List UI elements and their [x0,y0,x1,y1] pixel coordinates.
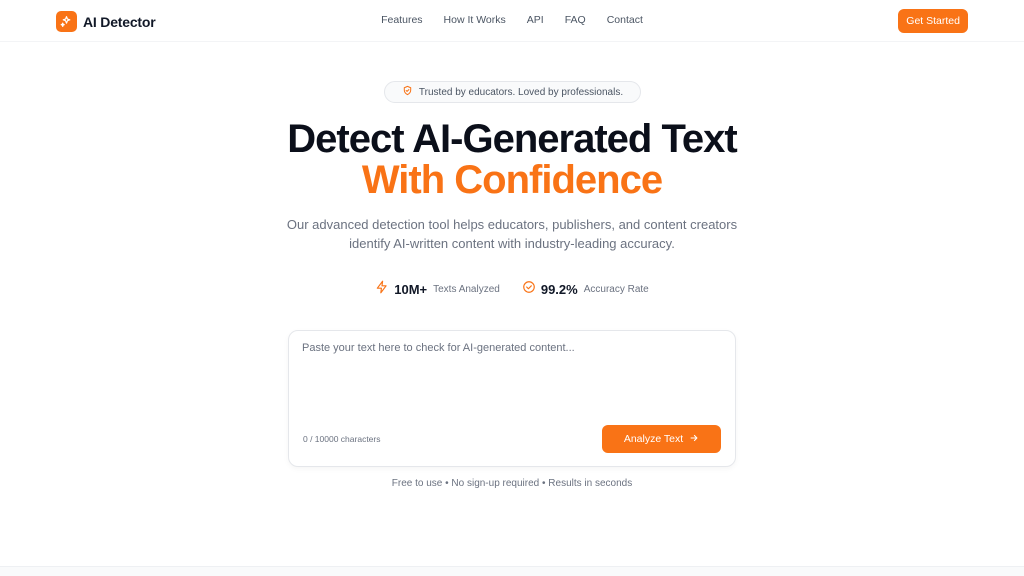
stat-value: 10M+ [394,282,428,297]
nav-link-how-it-works[interactable]: How It Works [444,14,506,26]
shield-check-icon [402,83,413,101]
hero-subtitle: Our advanced detection tool helps educat… [0,215,1024,253]
get-started-button[interactable]: Get Started [898,9,968,33]
nav-link-contact[interactable]: Contact [607,14,643,26]
nav-link-features[interactable]: Features [381,14,422,26]
nav-link-api[interactable]: API [527,14,544,26]
text-input[interactable] [302,342,722,422]
stat-accuracy-rate: 99.2% Accuracy Rate [522,280,649,299]
check-circle-icon [522,280,536,299]
footnote: Free to use • No sign-up required • Resu… [391,478,633,489]
analyze-button-label: Analyze Text [623,433,684,445]
hero-title-accent: With Confidence [361,158,663,202]
nav-links: Features How It Works API FAQ Contact [0,14,1024,26]
lightning-icon [375,280,389,299]
hero-title: Detect AI-Generated Text [287,117,737,161]
hero-subtitle-line2: identify AI-written content with industr… [349,236,675,251]
arrow-right-icon [689,433,699,446]
stats-row: 10M+ Texts Analyzed 99.2% Accuracy Rate [0,280,1024,299]
stat-texts-analyzed: 10M+ Texts Analyzed [375,280,500,299]
stat-label: Texts Analyzed [433,284,500,295]
trust-badge: Trusted by educators. Loved by professio… [384,81,641,103]
nav-link-faq[interactable]: FAQ [565,14,586,26]
hero-subtitle-line1: Our advanced detection tool helps educat… [286,217,738,232]
analyzer-card: 0 / 10000 characters Analyze Text [288,330,736,467]
top-nav: AI Detector Features How It Works API FA… [0,0,1024,42]
character-count: 0 / 10000 characters [303,434,381,444]
analyze-text-button[interactable]: Analyze Text [602,425,721,453]
section-divider [0,566,1024,576]
trust-badge-text: Trusted by educators. Loved by professio… [418,86,624,98]
stat-label: Accuracy Rate [583,284,649,295]
stat-value: 99.2% [540,282,578,297]
